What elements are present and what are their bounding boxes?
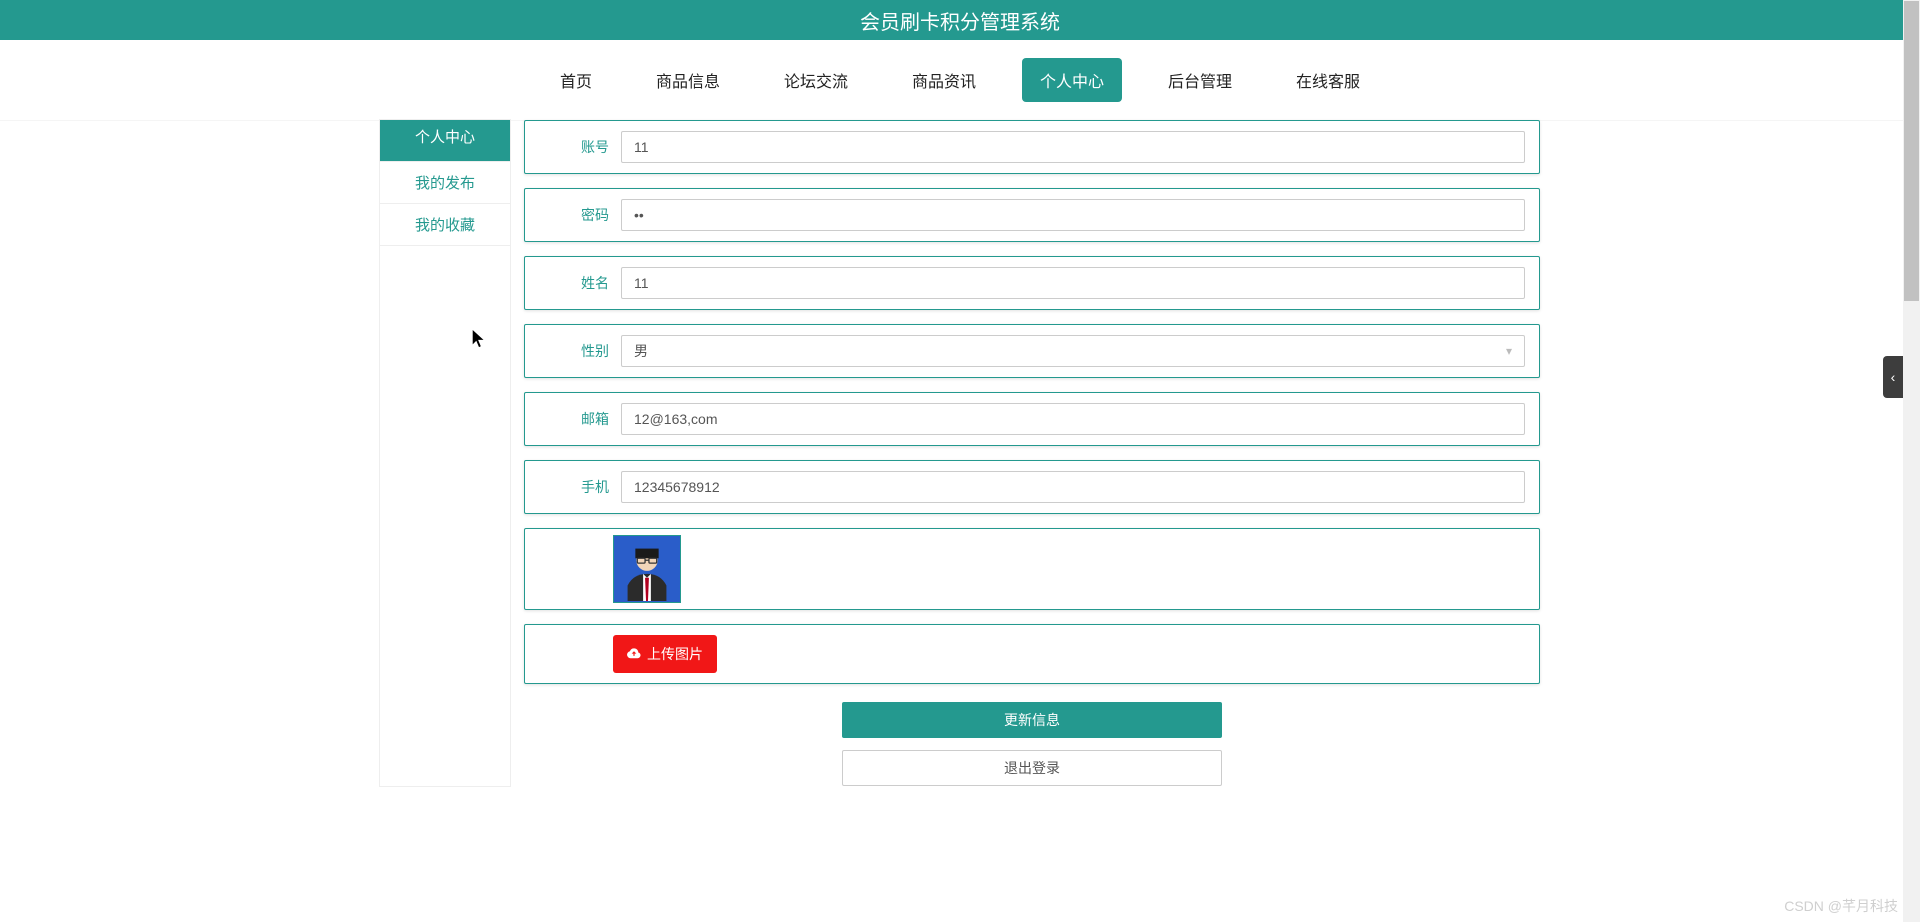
upload-button-label: 上传图片: [647, 644, 703, 664]
nav-personal-center[interactable]: 个人中心: [1022, 58, 1122, 102]
name-input[interactable]: [621, 267, 1525, 299]
chevron-left-icon: ‹: [1891, 369, 1896, 385]
label-account: 账号: [539, 137, 609, 157]
gender-select[interactable]: 男 ▾: [621, 335, 1525, 367]
account-input[interactable]: [621, 131, 1525, 163]
app-title: 会员刷卡积分管理系统: [860, 6, 1060, 35]
upload-image-button[interactable]: 上传图片: [613, 635, 717, 673]
logout-button[interactable]: 退出登录: [842, 750, 1222, 786]
form-row: 手机: [524, 460, 1540, 514]
sidebar-item-personal-center[interactable]: 个人中心: [380, 120, 510, 162]
sidebar: 个人中心 我的发布 我的收藏: [380, 120, 510, 786]
email-input[interactable]: [621, 403, 1525, 435]
nav-product-news[interactable]: 商品资讯: [894, 58, 994, 102]
form-row: 姓名: [524, 256, 1540, 310]
watermark-text: CSDN @芊月科技: [1784, 896, 1898, 916]
password-input[interactable]: [621, 199, 1525, 231]
label-password: 密码: [539, 205, 609, 225]
form-row: 邮箱: [524, 392, 1540, 446]
profile-form: 账号 密码 姓名 性别 男 ▾ 邮箱: [524, 120, 1540, 786]
vertical-scrollbar[interactable]: [1903, 0, 1920, 922]
phone-input[interactable]: [621, 471, 1525, 503]
form-row: 账号: [524, 120, 1540, 174]
side-drawer-toggle[interactable]: ‹: [1883, 356, 1903, 398]
label-phone: 手机: [539, 477, 609, 497]
nav-customer-service[interactable]: 在线客服: [1278, 58, 1378, 102]
upload-row: 上传图片: [524, 624, 1540, 684]
form-row: 性别 男 ▾: [524, 324, 1540, 378]
header-bar: 会员刷卡积分管理系统: [0, 0, 1920, 40]
sidebar-item-my-favorites[interactable]: 我的收藏: [380, 204, 510, 246]
chevron-down-icon: ▾: [1506, 344, 1512, 358]
avatar-image: [613, 535, 681, 603]
cloud-upload-icon: [627, 646, 641, 663]
nav-forum[interactable]: 论坛交流: [766, 58, 866, 102]
nav-home[interactable]: 首页: [542, 58, 610, 102]
nav-admin[interactable]: 后台管理: [1150, 58, 1250, 102]
top-nav: 首页 商品信息 论坛交流 商品资讯 个人中心 后台管理 在线客服: [0, 40, 1920, 120]
avatar-row: [524, 528, 1540, 610]
nav-product-info[interactable]: 商品信息: [638, 58, 738, 102]
label-name: 姓名: [539, 273, 609, 293]
scrollbar-thumb[interactable]: [1904, 1, 1919, 301]
update-info-button[interactable]: 更新信息: [842, 702, 1222, 738]
label-gender: 性别: [539, 341, 609, 361]
sidebar-item-my-posts[interactable]: 我的发布: [380, 162, 510, 204]
gender-value: 男: [634, 341, 648, 361]
label-email: 邮箱: [539, 409, 609, 429]
form-row: 密码: [524, 188, 1540, 242]
